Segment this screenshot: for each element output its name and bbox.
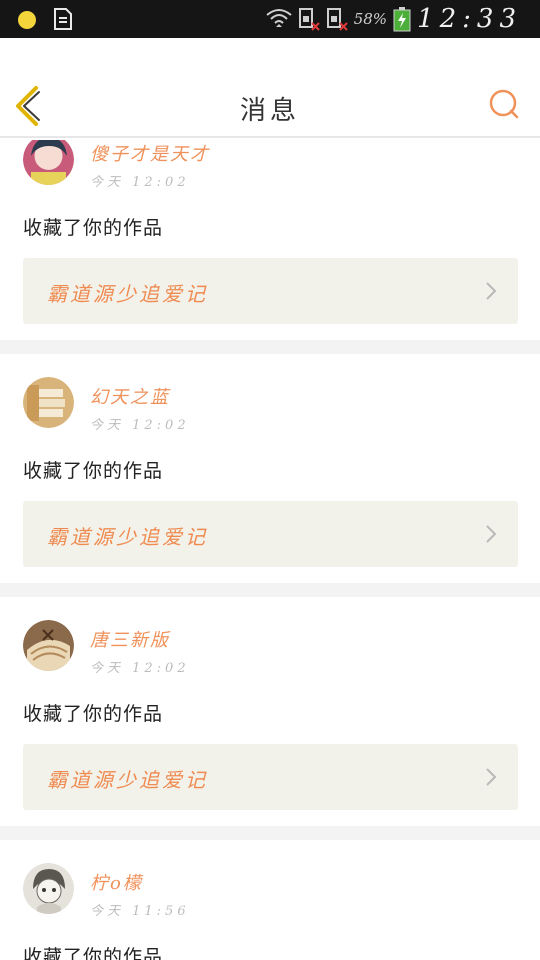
list-item: 幻天之蓝 今天 12:02 收藏了你的作品 霸道源少追爱记 bbox=[0, 354, 540, 583]
username[interactable]: 幻天之蓝 bbox=[90, 383, 170, 409]
message-text: 收藏了你的作品 bbox=[23, 703, 164, 725]
chevron-right-icon bbox=[486, 768, 497, 786]
message-list[interactable]: 傻子才是天才 今天 12:02 收藏了你的作品 霸道源少追爱记 幻天之蓝 今天 … bbox=[0, 140, 540, 960]
message-time: 今天 12:02 bbox=[90, 418, 190, 433]
work-link[interactable]: 霸道源少追爱记 bbox=[23, 258, 518, 324]
work-title: 霸道源少追爱记 bbox=[47, 282, 208, 306]
app-header: 消息 bbox=[0, 38, 540, 138]
message-text: 收藏了你的作品 bbox=[23, 946, 164, 960]
divider bbox=[0, 583, 540, 597]
list-item: 柠o檬 今天 11:56 收藏了你的作品 bbox=[0, 840, 540, 960]
username[interactable]: 柠o檬 bbox=[90, 869, 143, 895]
work-title: 霸道源少追爱记 bbox=[47, 768, 208, 792]
sim2-no-signal-icon bbox=[326, 8, 348, 31]
list-item: 唐三新版 今天 12:02 收藏了你的作品 霸道源少追爱记 bbox=[0, 597, 540, 826]
message-text: 收藏了你的作品 bbox=[23, 217, 164, 239]
work-link[interactable]: 霸道源少追爱记 bbox=[23, 744, 518, 810]
work-link[interactable]: 霸道源少追爱记 bbox=[23, 501, 518, 567]
notification-dot-icon bbox=[18, 11, 36, 29]
document-icon bbox=[54, 8, 72, 30]
clock: 12:33 bbox=[417, 4, 522, 34]
list-item: 傻子才是天才 今天 12:02 收藏了你的作品 霸道源少追爱记 bbox=[0, 140, 540, 340]
search-button[interactable] bbox=[488, 88, 520, 120]
username[interactable]: 唐三新版 bbox=[90, 626, 170, 652]
work-title: 霸道源少追爱记 bbox=[47, 525, 208, 549]
message-time: 今天 12:02 bbox=[90, 175, 190, 190]
status-bar: 58% 12:33 bbox=[0, 0, 540, 38]
message-time: 今天 12:02 bbox=[90, 661, 190, 676]
avatar[interactable] bbox=[23, 377, 74, 428]
avatar[interactable] bbox=[23, 140, 74, 185]
battery-charging-icon bbox=[393, 7, 411, 32]
message-time: 今天 11:56 bbox=[90, 904, 190, 919]
avatar[interactable] bbox=[23, 620, 74, 671]
sim1-no-signal-icon bbox=[298, 8, 320, 31]
divider bbox=[0, 826, 540, 840]
wifi-icon bbox=[266, 9, 292, 27]
message-text: 收藏了你的作品 bbox=[23, 460, 164, 482]
avatar[interactable] bbox=[23, 863, 74, 914]
battery-percent: 58% bbox=[353, 10, 388, 28]
username[interactable]: 傻子才是天才 bbox=[90, 140, 210, 166]
page-title: 消息 bbox=[239, 96, 300, 126]
chevron-right-icon bbox=[486, 525, 497, 543]
divider bbox=[0, 340, 540, 354]
chevron-right-icon bbox=[486, 282, 497, 300]
